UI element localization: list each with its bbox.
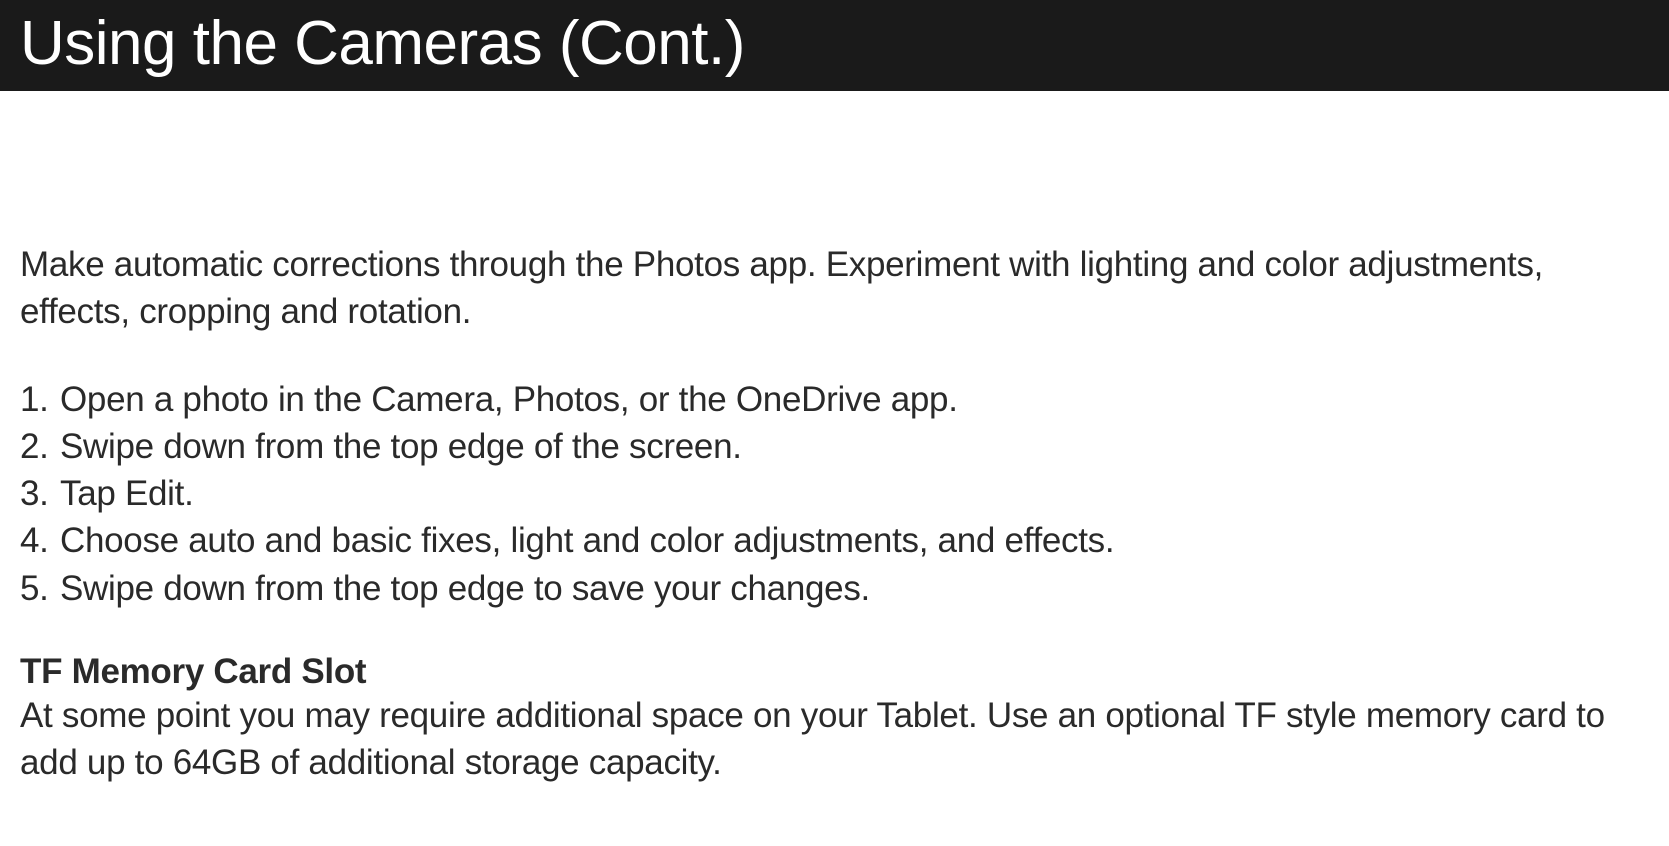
step-text: Choose auto and basic fixes, light and c… (60, 517, 1114, 564)
page-header: Using the Cameras (Cont.) (0, 0, 1669, 91)
subsection: TF Memory Card Slot At some point you ma… (20, 652, 1649, 787)
list-item: 5. Swipe down from the top edge to save … (20, 565, 1649, 612)
subsection-heading: TF Memory Card Slot (20, 652, 1649, 692)
step-number: 1. (20, 376, 60, 423)
step-text: Tap Edit. (60, 470, 194, 517)
list-item: 1. Open a photo in the Camera, Photos, o… (20, 376, 1649, 423)
list-item: 3. Tap Edit. (20, 470, 1649, 517)
step-text: Open a photo in the Camera, Photos, or t… (60, 376, 958, 423)
step-number: 5. (20, 565, 60, 612)
step-number: 3. (20, 470, 60, 517)
subsection-text: At some point you may require additional… (20, 692, 1649, 787)
step-text: Swipe down from the top edge to save you… (60, 565, 870, 612)
list-item: 2. Swipe down from the top edge of the s… (20, 423, 1649, 470)
step-number: 4. (20, 517, 60, 564)
step-number: 2. (20, 423, 60, 470)
steps-list: 1. Open a photo in the Camera, Photos, o… (20, 376, 1649, 612)
page-title: Using the Cameras (Cont.) (20, 9, 745, 78)
list-item: 4. Choose auto and basic fixes, light an… (20, 517, 1649, 564)
intro-paragraph: Make automatic corrections through the P… (20, 241, 1649, 336)
page-content: Make automatic corrections through the P… (0, 91, 1669, 806)
step-text: Swipe down from the top edge of the scre… (60, 423, 742, 470)
